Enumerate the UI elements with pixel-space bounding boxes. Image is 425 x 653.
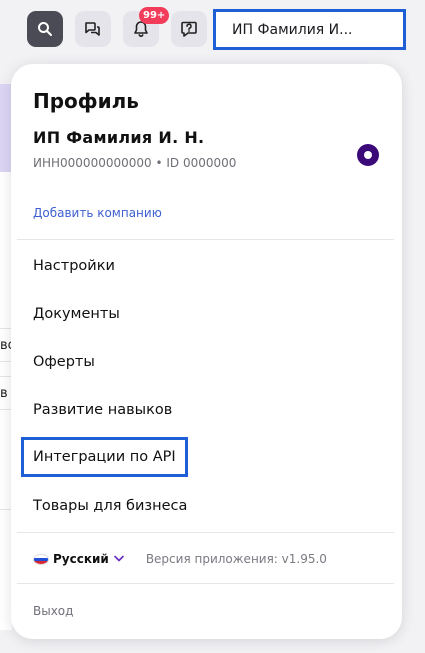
menu-item-offers[interactable]: Оферты xyxy=(33,354,95,370)
notifications-button[interactable]: 99+ xyxy=(123,7,170,47)
top-bar: 99+ ИП Фамилия И... xyxy=(0,0,425,62)
language-selector[interactable]: Русский xyxy=(53,552,109,566)
search-icon xyxy=(38,22,52,36)
feedback-button[interactable] xyxy=(171,11,207,47)
divider xyxy=(17,239,394,240)
divider xyxy=(17,583,394,584)
menu-item-api-integrations[interactable]: Интеграции по API xyxy=(21,437,188,477)
app-version: Версия приложения: v1.95.0 xyxy=(145,552,327,566)
profile-title: Профиль xyxy=(33,89,139,113)
menu-item-skills[interactable]: Развитие навыков xyxy=(33,402,172,418)
menu-item-business-goods[interactable]: Товары для бизнеса xyxy=(33,498,187,514)
feedback-icon xyxy=(181,21,197,37)
notifications-badge: 99+ xyxy=(139,7,170,24)
menu-item-label: Интеграции по API xyxy=(33,449,176,465)
selected-company-radio-icon[interactable] xyxy=(357,144,379,166)
chat-button[interactable] xyxy=(75,11,111,47)
footer-row: Русский Версия приложения: v1.95.0 xyxy=(33,550,327,568)
menu-item-documents[interactable]: Документы xyxy=(33,306,120,322)
divider xyxy=(17,532,394,533)
account-switcher-button[interactable]: ИП Фамилия И... xyxy=(213,9,406,50)
company-ids: ИНН000000000000 • ID 0000000 xyxy=(33,156,237,170)
profile-dropdown: Профиль ИП Фамилия И. Н. ИНН000000000000… xyxy=(11,64,402,639)
chevron-down-icon[interactable] xyxy=(114,555,124,562)
russia-flag-icon xyxy=(33,553,49,565)
company-name: ИП Фамилия И. Н. xyxy=(33,128,205,147)
add-company-link[interactable]: Добавить компанию xyxy=(33,206,162,220)
search-button[interactable] xyxy=(27,11,63,47)
account-label: ИП Фамилия И... xyxy=(232,21,353,38)
logout-link[interactable]: Выход xyxy=(33,604,73,618)
chat-bubbles-icon xyxy=(85,22,100,36)
menu-item-settings[interactable]: Настройки xyxy=(33,258,115,274)
